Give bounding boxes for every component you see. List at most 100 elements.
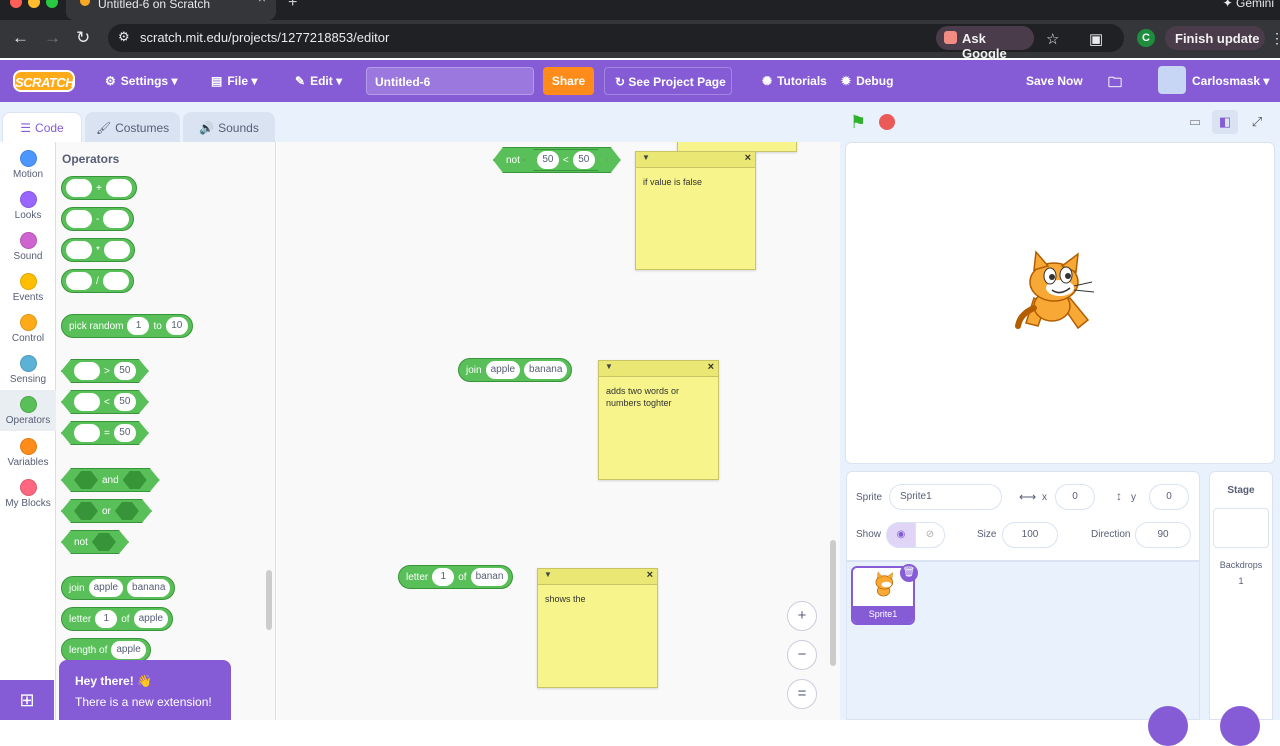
stage-target-panel[interactable]: Stage Backdrops 1: [1209, 471, 1273, 720]
pick-random-block[interactable]: pick random 1 to 10: [61, 314, 193, 338]
slot[interactable]: [103, 210, 130, 228]
slot[interactable]: banana: [127, 579, 171, 597]
slot[interactable]: banana: [524, 361, 568, 379]
slot[interactable]: [115, 502, 139, 520]
maximize-window-dot[interactable]: [46, 0, 58, 8]
slot[interactable]: [74, 393, 100, 411]
stage-canvas[interactable]: [845, 142, 1275, 464]
slot[interactable]: [74, 424, 100, 442]
multiply-block[interactable]: *: [61, 238, 135, 262]
fullscreen-icon[interactable]: ⤢: [1244, 110, 1270, 134]
choose-backdrop-button[interactable]: [1220, 706, 1260, 746]
finish-update-button[interactable]: Finish update: [1165, 26, 1265, 50]
back-icon[interactable]: ←: [12, 28, 29, 48]
slot[interactable]: [66, 210, 92, 228]
size-input[interactable]: 100: [1002, 522, 1058, 548]
slot[interactable]: [103, 241, 130, 259]
show-hidden-button[interactable]: ⊘: [915, 522, 945, 548]
category-motion[interactable]: Motion: [0, 144, 56, 185]
workspace-join-block[interactable]: join apple banana: [458, 358, 573, 382]
slot[interactable]: 50: [114, 393, 136, 411]
slot[interactable]: [74, 362, 100, 380]
slot[interactable]: 50: [114, 424, 136, 442]
bookmark-star-icon[interactable]: ☆: [1046, 30, 1059, 48]
small-stage-icon[interactable]: ▭: [1182, 110, 1208, 134]
comment-text[interactable]: shows the: [538, 585, 657, 613]
save-now-button[interactable]: Save Now: [1026, 74, 1083, 88]
choose-sprite-button[interactable]: [1148, 706, 1188, 746]
cast-icon[interactable]: ▣: [1089, 30, 1103, 48]
category-looks[interactable]: Looks: [0, 185, 56, 226]
category-control[interactable]: Control: [0, 308, 56, 349]
slot[interactable]: 10: [165, 317, 188, 335]
sprite-cat-image[interactable]: [846, 143, 1275, 464]
add-block[interactable]: +: [61, 176, 137, 200]
x-input[interactable]: 0: [1055, 484, 1095, 510]
category-sound[interactable]: Sound: [0, 226, 56, 267]
gemini-button[interactable]: ✦ Gemini: [1223, 0, 1274, 10]
slot[interactable]: apple: [88, 579, 124, 597]
slot[interactable]: apple: [133, 610, 169, 628]
collapse-arrow-icon[interactable]: ▼: [642, 153, 650, 162]
slot[interactable]: [66, 179, 92, 197]
y-input[interactable]: 0: [1149, 484, 1189, 510]
new-tab-icon[interactable]: +: [288, 0, 297, 12]
category-sensing[interactable]: Sensing: [0, 349, 56, 390]
share-button[interactable]: Share: [543, 67, 594, 95]
slot[interactable]: 1: [95, 610, 118, 628]
large-stage-icon[interactable]: ◧: [1212, 110, 1238, 134]
site-info-icon[interactable]: ⚙: [118, 29, 130, 45]
category-my-blocks[interactable]: My Blocks: [0, 473, 56, 514]
length-of-block[interactable]: length of apple: [61, 638, 151, 662]
tab-code[interactable]: ☰ Code: [2, 112, 82, 142]
account-menu[interactable]: Carlosmask ▾: [1192, 74, 1269, 88]
settings-menu[interactable]: ⚙ Settings ▾: [105, 74, 177, 88]
trash-icon[interactable]: 🗑: [900, 564, 918, 582]
extension-toast[interactable]: Hey there! 👋 There is a new extension!: [59, 660, 231, 720]
slot[interactable]: banan: [470, 568, 509, 586]
category-events[interactable]: Events: [0, 267, 56, 308]
tab-close-icon[interactable]: ×: [258, 0, 266, 5]
palette-scrollbar[interactable]: [266, 570, 272, 630]
sprite-name-input[interactable]: Sprite1: [889, 484, 1002, 510]
slot[interactable]: 1: [127, 317, 150, 335]
file-menu[interactable]: ▤ File ▾: [211, 74, 257, 88]
close-icon[interactable]: ×: [708, 361, 714, 373]
slot[interactable]: 50: [573, 151, 595, 169]
stop-icon[interactable]: [879, 114, 895, 130]
or-block[interactable]: or: [61, 499, 152, 523]
tutorials-button[interactable]: ✺ Tutorials: [762, 74, 827, 88]
slot[interactable]: 50: [114, 362, 136, 380]
slot[interactable]: apple: [485, 361, 521, 379]
nested-less-than-block[interactable]: 50 < 50: [524, 149, 608, 171]
green-flag-icon[interactable]: ⚑: [850, 112, 866, 133]
show-visible-button[interactable]: ◉: [886, 522, 916, 548]
equals-block[interactable]: = 50: [61, 421, 149, 445]
divide-block[interactable]: /: [61, 269, 134, 293]
slot[interactable]: [123, 471, 147, 489]
slot[interactable]: [92, 533, 116, 551]
zoom-out-button[interactable]: −: [787, 640, 817, 670]
user-avatar[interactable]: [1158, 66, 1186, 94]
direction-input[interactable]: 90: [1135, 522, 1191, 548]
add-extension-button[interactable]: ⊞: [0, 680, 54, 720]
slot[interactable]: 50: [537, 151, 559, 169]
and-block[interactable]: and: [61, 468, 160, 492]
tab-sounds[interactable]: 🔊 Sounds: [183, 112, 275, 142]
workspace-scrollbar[interactable]: [830, 540, 836, 666]
slot[interactable]: [74, 471, 98, 489]
browser-tab[interactable]: Untitled-6 on Scratch ×: [66, 0, 276, 20]
close-icon[interactable]: ×: [745, 152, 751, 164]
not-block[interactable]: not: [61, 530, 129, 554]
my-stuff-folder-icon[interactable]: 🗀: [1108, 72, 1122, 96]
comment-note[interactable]: ▼ × shows the: [537, 568, 658, 688]
project-title-input[interactable]: Untitled-6: [366, 67, 534, 95]
scratch-logo[interactable]: SCRATCH: [13, 70, 75, 92]
close-icon[interactable]: ×: [647, 569, 653, 581]
backdrop-thumbnail[interactable]: [1213, 508, 1269, 548]
code-workspace[interactable]: not 50 < 50 ▼ × if value is false join ap…: [277, 142, 840, 720]
collapse-arrow-icon[interactable]: ▼: [605, 362, 613, 371]
letter-of-block[interactable]: letter 1 of apple: [61, 607, 174, 631]
workspace-not-block[interactable]: not 50 < 50: [493, 147, 621, 173]
greater-than-block[interactable]: >50: [61, 359, 149, 383]
